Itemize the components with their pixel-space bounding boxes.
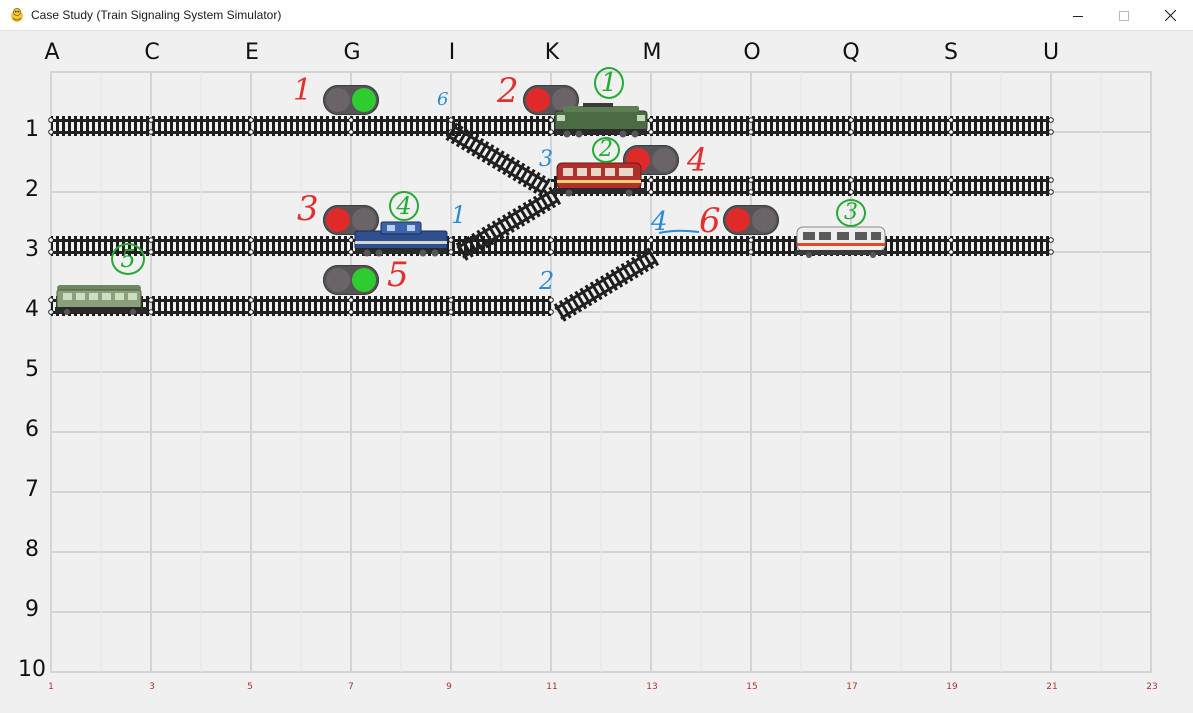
annotation-red-1: 1 xyxy=(293,73,313,108)
bottom-tick-7: 7 xyxy=(348,682,354,692)
signal-3-red-lamp xyxy=(326,208,350,232)
column-label-i: I xyxy=(448,40,456,65)
annotation-red-5: 5 xyxy=(387,255,409,295)
signal-5[interactable] xyxy=(323,265,379,295)
annotation-blue-stroke xyxy=(658,229,700,234)
annotation-green-2: 2 xyxy=(592,137,620,163)
annotation-red-2: 2 xyxy=(497,71,519,111)
bottom-tick-21: 21 xyxy=(1046,682,1058,692)
train-green-locomotive[interactable] xyxy=(553,101,649,139)
bottom-tick-9: 9 xyxy=(446,682,452,692)
maximize-icon xyxy=(1119,10,1129,21)
signal-2-red-lamp xyxy=(526,88,550,112)
signal-5-green-lamp xyxy=(352,268,376,292)
row-label-5: 5 xyxy=(25,357,39,382)
signal-6[interactable] xyxy=(723,205,779,235)
row-label-8: 8 xyxy=(25,537,39,562)
signal-6-green-lamp xyxy=(752,208,776,232)
signal-1-red-lamp xyxy=(326,88,350,112)
annotation-red-3: 3 xyxy=(297,189,319,229)
signal-4-green-lamp xyxy=(652,148,676,172)
row-label-4: 4 xyxy=(25,297,39,322)
bottom-tick-1: 1 xyxy=(48,682,54,692)
column-label-a: A xyxy=(44,40,60,65)
minimize-button[interactable] xyxy=(1055,0,1101,31)
annotation-green-5: 5 xyxy=(111,243,145,275)
bottom-tick-15: 15 xyxy=(746,682,758,692)
bottom-tick-23: 23 xyxy=(1146,682,1158,692)
annotation-blue-1: 1 xyxy=(451,201,467,229)
column-label-u: U xyxy=(1042,40,1060,65)
simulation-canvas[interactable]: A C E G I K M O Q S U 1 2 3 4 5 6 7 8 9 … xyxy=(1,31,1192,712)
row-label-7: 7 xyxy=(25,477,39,502)
column-label-m: M xyxy=(642,40,662,65)
row-label-9: 9 xyxy=(25,597,39,622)
signal-5-red-lamp xyxy=(326,268,350,292)
annotation-green-4: 4 xyxy=(389,191,419,221)
maximize-button[interactable] xyxy=(1101,0,1147,31)
train-blue-locomotive[interactable] xyxy=(353,219,449,257)
annotation-red-4: 4 xyxy=(687,141,708,179)
bottom-tick-13: 13 xyxy=(646,682,658,692)
bottom-tick-3: 3 xyxy=(149,682,155,692)
row-label-3: 3 xyxy=(25,237,39,262)
bottom-tick-19: 19 xyxy=(946,682,958,692)
row-label-6: 6 xyxy=(25,417,39,442)
pygame-snake-icon xyxy=(11,8,23,22)
annotation-green-1: 1 xyxy=(594,67,624,99)
minimize-icon xyxy=(1073,15,1083,17)
row-label-1: 1 xyxy=(25,117,39,142)
signal-1-green-lamp xyxy=(352,88,376,112)
bottom-tick-5: 5 xyxy=(247,682,253,692)
window-title: Case Study (Train Signaling System Simul… xyxy=(31,8,282,22)
column-label-c: C xyxy=(144,40,160,65)
bottom-tick-17: 17 xyxy=(846,682,858,692)
row-label-2: 2 xyxy=(25,177,39,202)
column-label-k: K xyxy=(544,40,560,65)
column-label-q: Q xyxy=(842,40,860,65)
signal-1[interactable] xyxy=(323,85,379,115)
annotation-red-6: 6 xyxy=(699,201,721,241)
column-label-e: E xyxy=(245,40,259,65)
train-white-railcar[interactable] xyxy=(793,223,889,259)
train-red-railcar[interactable] xyxy=(551,159,649,197)
bottom-tick-11: 11 xyxy=(546,682,558,692)
annotation-blue-6: 6 xyxy=(437,89,449,110)
annotation-green-3: 3 xyxy=(836,199,866,227)
annotation-blue-3: 3 xyxy=(539,147,553,172)
close-button[interactable] xyxy=(1147,0,1193,31)
column-label-o: O xyxy=(743,40,761,65)
annotation-blue-2: 2 xyxy=(539,267,555,295)
window-titlebar: Case Study (Train Signaling System Simul… xyxy=(0,0,1193,31)
close-icon xyxy=(1164,10,1176,21)
column-label-g: G xyxy=(343,40,361,65)
column-label-s: S xyxy=(944,40,958,65)
train-green-coach[interactable] xyxy=(53,281,149,317)
row-label-10: 10 xyxy=(18,657,46,682)
signal-6-red-lamp xyxy=(726,208,750,232)
